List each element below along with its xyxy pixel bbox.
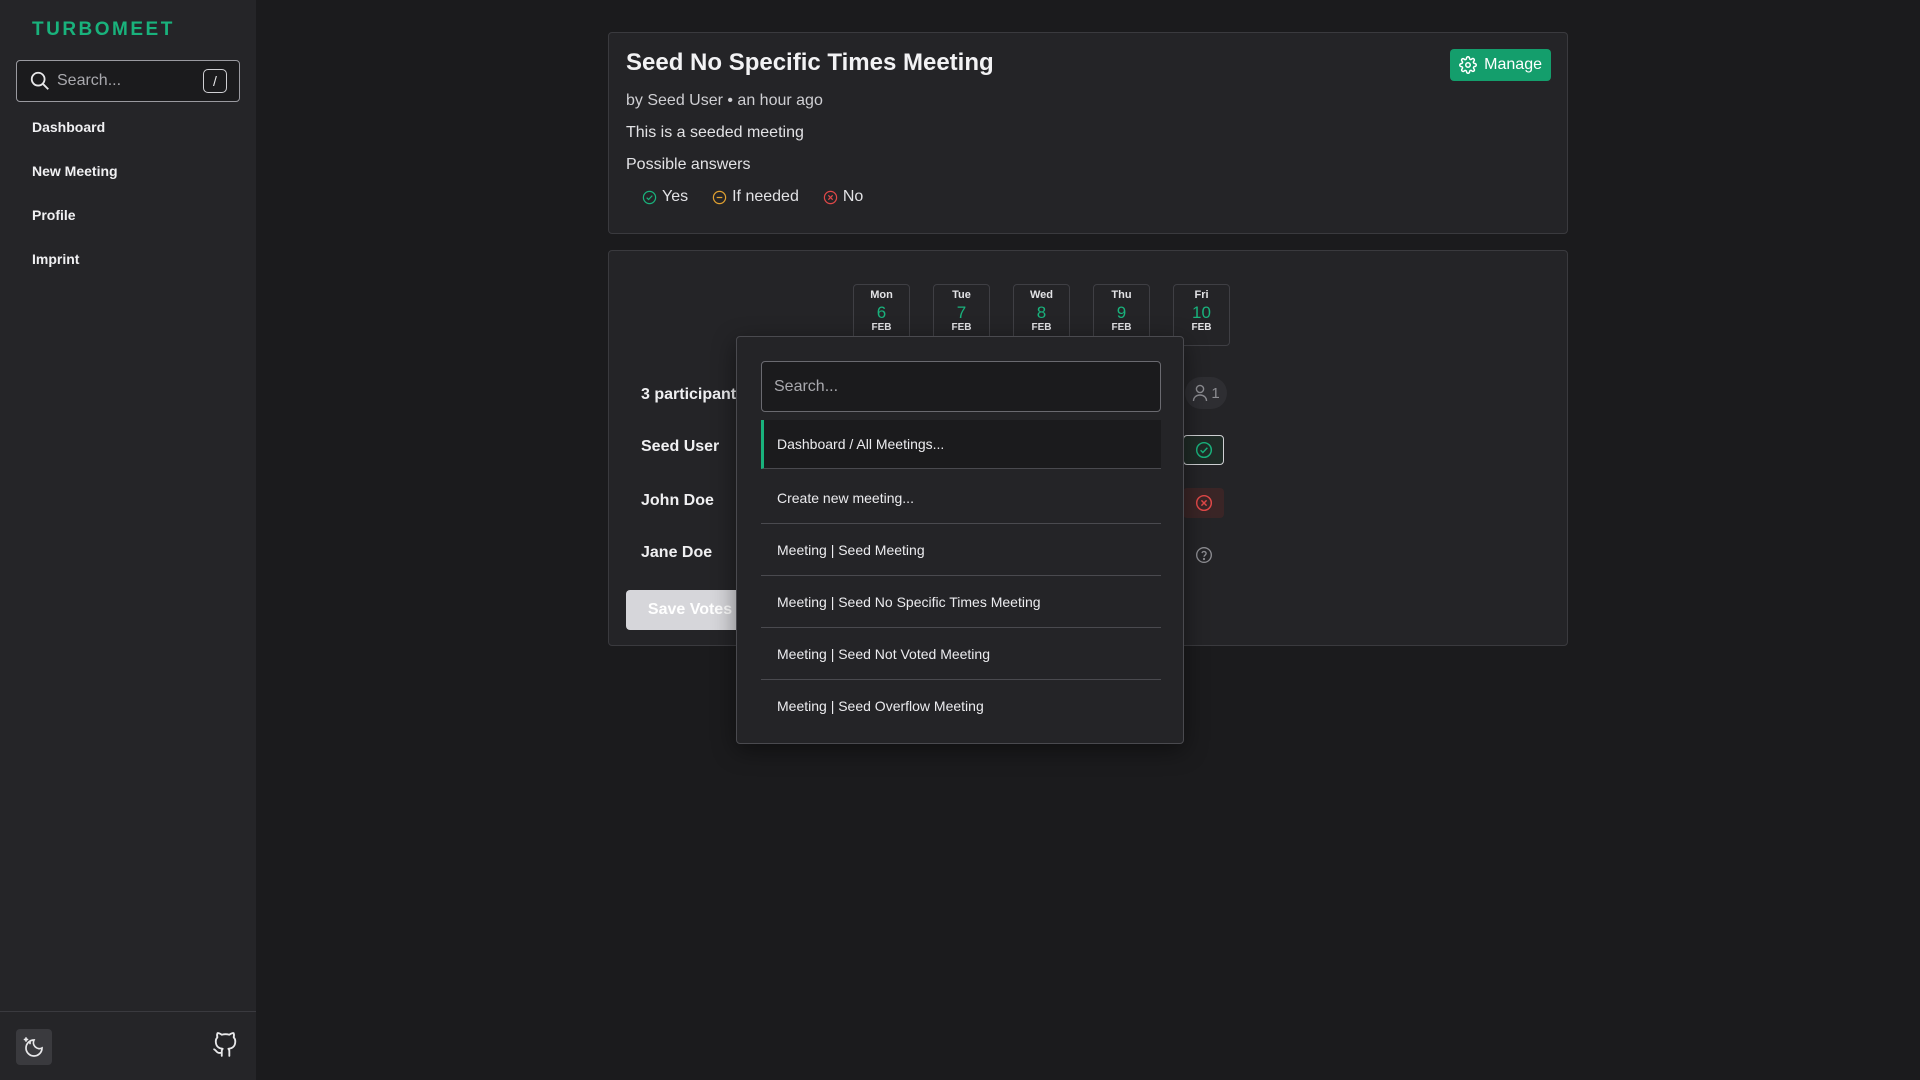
manage-button[interactable]: Manage	[1450, 49, 1551, 81]
answer-if-needed-label: If needed	[732, 188, 799, 205]
github-link[interactable]	[210, 1028, 240, 1062]
search-icon	[30, 71, 49, 90]
sidebar-nav: Dashboard New Meeting Profile Imprint	[32, 118, 118, 294]
sidebar-footer	[0, 1011, 256, 1080]
participant-count: 3 participants	[641, 386, 746, 403]
sidebar-search[interactable]: Search... /	[16, 60, 240, 102]
brand-logo[interactable]: TURBOMEET	[32, 19, 175, 41]
sidebar-item-dashboard[interactable]: Dashboard	[32, 118, 118, 162]
answer-if-needed: If needed	[712, 188, 799, 206]
manage-button-label: Manage	[1484, 56, 1542, 73]
date-weekday: Mon	[870, 289, 893, 301]
date-day: 8	[1036, 303, 1047, 322]
yes-count-badge: 1	[1185, 377, 1227, 409]
date-month: FEB	[1111, 322, 1132, 333]
possible-answers-legend: Yes If needed No	[642, 188, 863, 206]
participant-name: Jane Doe	[641, 544, 713, 561]
palette-results: Dashboard / All Meetings... Create new m…	[761, 420, 1161, 732]
meeting-meta: by Seed User • an hour ago	[626, 92, 823, 109]
minus-circle-icon	[712, 190, 727, 204]
save-votes-button[interactable]: Save Votes	[626, 590, 754, 630]
command-palette: Search... Dashboard / All Meetings... Cr…	[736, 336, 1184, 744]
date-weekday: Wed	[1029, 289, 1054, 301]
sidebar-item-new-meeting[interactable]: New Meeting	[32, 162, 118, 206]
x-circle-icon	[1195, 494, 1212, 512]
answer-yes-label: Yes	[662, 188, 689, 205]
possible-answers-label: Possible answers	[626, 156, 751, 173]
check-circle-icon	[642, 190, 657, 204]
participant-name: Seed User	[641, 438, 720, 455]
date-day: 9	[1116, 303, 1127, 322]
sidebar-item-imprint[interactable]: Imprint	[32, 250, 118, 294]
x-circle-icon	[823, 190, 838, 204]
palette-item-create-meeting[interactable]: Create new meeting...	[761, 472, 1161, 524]
meeting-title: Seed No Specific Times Meeting	[626, 49, 994, 76]
answer-yes: Yes	[642, 188, 688, 206]
answer-no: No	[823, 188, 863, 206]
palette-item-meeting[interactable]: Meeting | Seed No Specific Times Meeting	[761, 576, 1161, 628]
gear-icon	[1459, 56, 1478, 74]
search-shortcut-key: /	[203, 69, 227, 93]
answer-no-label: No	[842, 188, 864, 205]
vote-cell-no	[1183, 488, 1224, 518]
date-weekday: Tue	[952, 289, 971, 301]
theme-toggle-button[interactable]	[16, 1029, 52, 1065]
palette-search-input[interactable]: Search...	[761, 361, 1161, 412]
palette-item-meeting[interactable]: Meeting | Seed Meeting	[761, 524, 1161, 576]
participant-name: John Doe	[641, 492, 714, 509]
date-weekday: Fri	[1194, 289, 1209, 301]
meeting-description: This is a seeded meeting	[626, 124, 804, 141]
date-day: 10	[1192, 303, 1211, 322]
date-weekday: Thu	[1111, 289, 1132, 301]
sidebar-search-placeholder: Search...	[57, 72, 122, 89]
palette-item-meeting[interactable]: Meeting | Seed Overflow Meeting	[761, 680, 1161, 732]
moon-sun-icon	[23, 1037, 43, 1057]
palette-item-dashboard[interactable]: Dashboard / All Meetings...	[761, 420, 1161, 469]
date-day: 6	[876, 303, 887, 322]
date-month: FEB	[1191, 322, 1212, 333]
palette-item-meeting[interactable]: Meeting | Seed Not Voted Meeting	[761, 628, 1161, 680]
sidebar-item-profile[interactable]: Profile	[32, 206, 118, 250]
yes-count-value: 1	[1211, 384, 1220, 402]
vote-cell-unknown	[1183, 540, 1224, 570]
check-circle-icon	[1195, 441, 1212, 459]
github-icon	[213, 1032, 237, 1057]
date-day: 7	[956, 303, 967, 322]
user-icon	[1193, 384, 1208, 402]
vote-cell-yes[interactable]	[1183, 435, 1224, 465]
date-month: FEB	[951, 322, 972, 333]
question-circle-icon	[1195, 547, 1212, 563]
date-month: FEB	[1031, 322, 1052, 333]
date-month: FEB	[871, 322, 892, 333]
sidebar: TURBOMEET Search... / Dashboard New Meet…	[0, 0, 256, 1080]
meeting-info-card: Seed No Specific Times Meeting Manage by…	[608, 32, 1568, 234]
